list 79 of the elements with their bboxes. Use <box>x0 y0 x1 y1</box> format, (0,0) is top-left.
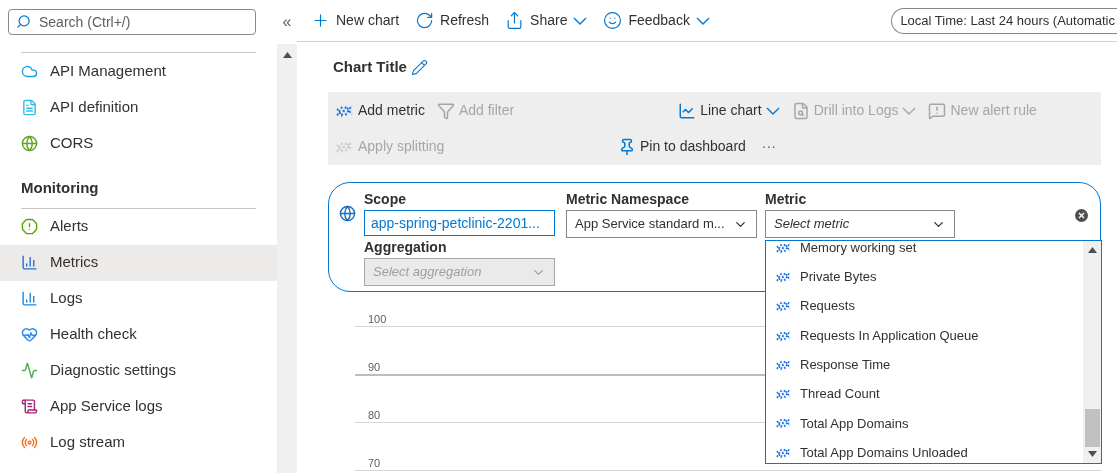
refresh-icon <box>415 11 435 30</box>
caret-icon <box>765 106 780 115</box>
smiley-icon <box>603 11 623 30</box>
field-label: Scope <box>364 190 407 209</box>
field-label: Metric <box>765 190 808 209</box>
namespace-dropdown[interactable]: App Service standard m... <box>566 210 757 238</box>
section-heading: Monitoring <box>21 178 100 198</box>
metric-icon <box>776 416 792 431</box>
bar-chart-icon <box>21 254 38 271</box>
sidebar-item[interactable]: Logs <box>0 280 277 317</box>
sidebar-item[interactable]: CORS <box>0 125 277 161</box>
metric-option[interactable]: Requests <box>776 291 1083 321</box>
scrollbar[interactable] <box>1083 241 1101 463</box>
log-book-icon <box>21 398 38 415</box>
collapse-button[interactable]: « <box>282 10 292 34</box>
sidebar-item[interactable]: API Management <box>0 53 277 89</box>
metric-option[interactable]: Private Bytes <box>776 262 1083 292</box>
metric-option[interactable]: Total App Domains Unloaded <box>776 438 1083 468</box>
caret-icon <box>902 106 917 115</box>
heart-icon <box>21 326 38 343</box>
caret-icon <box>695 16 710 25</box>
plus-icon <box>311 11 330 30</box>
axis-label: 100 <box>368 312 387 326</box>
chart-title: Chart Title <box>333 56 407 77</box>
close-icon[interactable] <box>1075 209 1088 222</box>
edit-icon[interactable] <box>410 58 428 76</box>
metric-option[interactable]: Requests In Application Queue <box>776 320 1083 351</box>
more-button[interactable]: ··· <box>757 136 780 157</box>
metric-icon <box>776 328 792 343</box>
caret-icon <box>573 16 588 25</box>
sidebar-item[interactable]: Diagnostic settings <box>0 352 277 389</box>
sidebar-item[interactable]: App Service logs <box>0 388 277 425</box>
sidebar-item[interactable]: Log stream <box>0 424 277 461</box>
axis-label: 70 <box>368 456 381 470</box>
alert-icon <box>21 218 38 235</box>
search-field[interactable]: Search (Ctrl+/) <box>8 9 256 35</box>
sidebar-item[interactable]: Health check <box>0 316 277 353</box>
search-icon <box>16 14 31 29</box>
toolbar-button[interactable]: Share <box>505 10 588 31</box>
metric-icon <box>776 269 792 284</box>
up-arrow-icon <box>282 52 292 58</box>
filter-icon <box>436 101 455 120</box>
stream-icon <box>21 434 38 451</box>
metric-icon <box>776 299 792 314</box>
toolbar-button[interactable]: New chart <box>311 10 400 31</box>
metric-option[interactable]: Response Time <box>776 350 1083 380</box>
activity-icon <box>21 362 38 379</box>
metric-icon <box>776 357 792 372</box>
alert-icon <box>928 101 947 120</box>
action-button[interactable]: Add metric <box>336 100 425 121</box>
pin-icon <box>618 137 636 156</box>
metric-option[interactable]: Total App Domains <box>776 408 1083 439</box>
scrollbar[interactable] <box>277 44 297 473</box>
toolbar-button[interactable]: Refresh <box>415 10 490 31</box>
up-arrow-icon <box>1087 247 1097 253</box>
metric-icon <box>776 240 792 255</box>
sidebar-item[interactable]: Metrics <box>0 244 277 281</box>
metric-icon <box>776 387 792 402</box>
document-icon <box>791 101 810 120</box>
metric-option[interactable]: Thread Count <box>776 379 1083 409</box>
action-button[interactable]: Pin to dashboard <box>618 136 746 157</box>
field-label: Aggregation <box>364 238 448 257</box>
line-chart-icon <box>678 101 697 120</box>
sidebar-item[interactable]: API definition <box>0 89 277 125</box>
globe-icon <box>21 134 38 152</box>
toolbar-button[interactable]: Feedback <box>603 10 710 31</box>
field-label: Metric Namespace <box>566 190 690 209</box>
scrollbar-thumb[interactable] <box>1084 409 1100 447</box>
down-arrow-icon <box>1087 451 1097 457</box>
scope-field[interactable]: app-spring-petclinic-2201... <box>364 210 555 236</box>
sidebar-item[interactable]: Alerts <box>0 208 277 245</box>
action-button[interactable]: Line chart <box>678 100 780 121</box>
metric-dropdown[interactable]: Select metric <box>765 210 955 238</box>
logs-icon <box>21 290 38 307</box>
metric-icon <box>776 445 792 460</box>
axis-label: 90 <box>368 360 381 374</box>
globe-icon <box>339 205 356 222</box>
document-icon <box>21 98 38 116</box>
axis-label: 80 <box>368 408 381 422</box>
